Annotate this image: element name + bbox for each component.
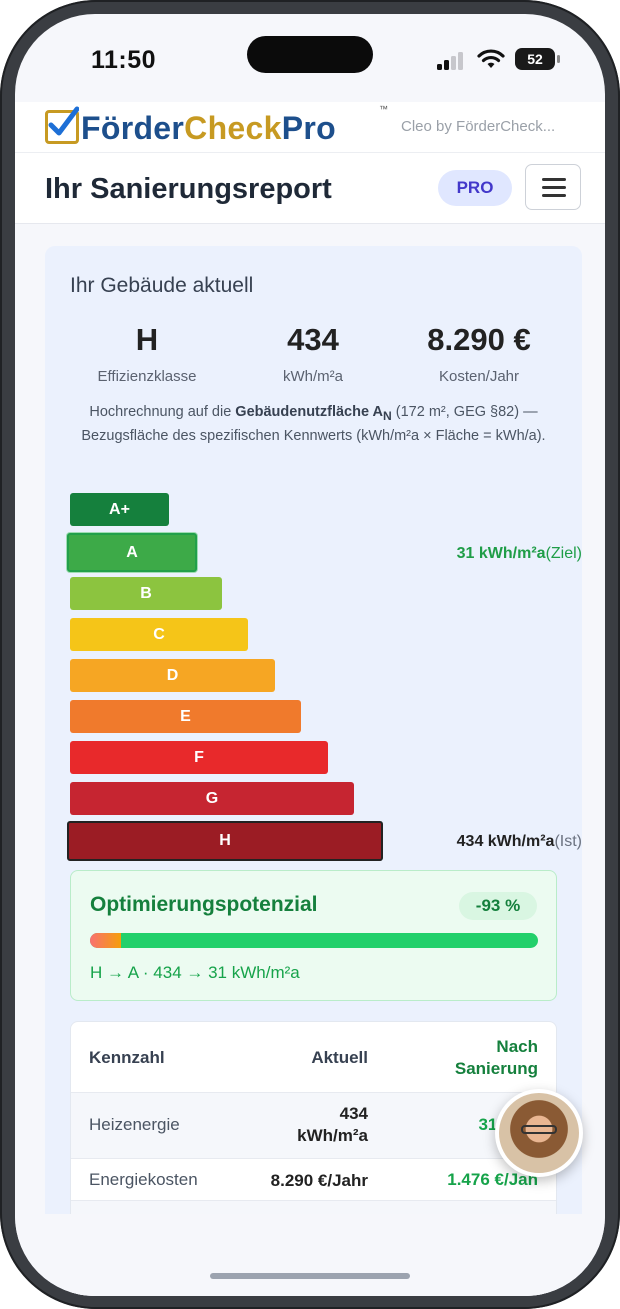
hamburger-icon-line	[542, 178, 566, 181]
row-current: 434 kWh/m²a	[297, 1103, 368, 1147]
goal-value: 31 kWh/m²a	[456, 545, 546, 562]
class-bar-c: C	[70, 618, 248, 651]
optimization-badge: -93 %	[459, 892, 537, 920]
note-text: Hochrechnung auf die	[89, 404, 236, 420]
logo-part-pro: Pro	[281, 110, 336, 146]
class-bar-f: F	[70, 741, 328, 774]
kpi-label: Effizienzklasse	[97, 368, 197, 385]
page-title: Ihr Sanierungsreport	[45, 173, 332, 205]
avatar-photo	[499, 1093, 579, 1173]
kpi-efficiency-class: H Effizienzklasse	[62, 322, 232, 385]
logo-part-check: Check	[184, 110, 282, 146]
table-header: Kennzahl Aktuell Nach Sanierung	[71, 1022, 556, 1092]
kpi-label: Kosten/Jahr	[438, 368, 520, 385]
header-line: Nach	[496, 1037, 538, 1056]
current-value: 434 kWh/m²a	[456, 833, 555, 850]
card-title: Ihr Gebäude aktuell	[70, 274, 254, 297]
current-suffix: (Ist)	[554, 833, 582, 850]
kpi-value: H	[135, 322, 159, 357]
kpi-label: kWh/m²a	[283, 368, 343, 385]
home-indicator[interactable]	[210, 1273, 410, 1279]
screen: 11:50 52 FörderCheckPro ™ Cleo by Förder…	[15, 14, 605, 1296]
table-row: Energiekosten 8.290 €/Jahr 1.476 €/Jah	[71, 1158, 556, 1200]
header-nach-sanierung: Nach Sanierung	[455, 1036, 538, 1080]
brand-tagline: Cleo by FörderCheck...	[401, 118, 556, 135]
dynamic-island	[247, 36, 373, 73]
menu-button[interactable]	[525, 164, 581, 210]
kpi-value: 8.290 €	[427, 322, 531, 357]
header-line: Sanierung	[454, 1059, 538, 1078]
logo-part-foerder: Förder	[81, 110, 185, 146]
trademark: ™	[379, 104, 388, 114]
logo-checkbox-icon	[45, 106, 79, 144]
pro-badge[interactable]: PRO	[438, 170, 512, 206]
status-time: 11:50	[91, 46, 157, 74]
kpi-energy: 434 kWh/m²a	[228, 322, 398, 385]
bottom-safe-area	[15, 1214, 605, 1296]
optimization-panel: Optimierungspotenzial -93 % H → A · 434 …	[70, 870, 557, 1001]
current-label: 434 kWh/m²a(Ist)	[457, 833, 582, 851]
class-bar-h: H	[67, 821, 383, 861]
table-row: Heizenergie 434 kWh/m²a 31 kWh	[71, 1092, 556, 1158]
phone-frame: 11:50 52 FörderCheckPro ™ Cleo by Förder…	[0, 0, 620, 1309]
calculation-note: Hochrechnung auf die Gebäudenutzfläche A…	[60, 402, 567, 446]
row-name: Energiekosten	[89, 1170, 198, 1189]
class-bar-g: G	[70, 782, 354, 815]
kpi-costs: 8.290 € Kosten/Jahr	[394, 322, 564, 385]
optimization-current-segment	[90, 933, 122, 948]
cellular-signal-icon	[437, 52, 467, 70]
kpi-value: 434	[287, 322, 339, 357]
class-bar-a-plus: A+	[70, 493, 169, 526]
goal-label: 31 kWh/m²a(Ziel)	[457, 545, 582, 563]
optimization-description: H → A · 434 → 31 kWh/m²a	[90, 963, 300, 982]
row-current-line: kWh/m²a	[297, 1126, 368, 1145]
header-kennzahl: Kennzahl	[89, 1048, 165, 1067]
brand-header: FörderCheckPro ™ Cleo by FörderCheck...	[15, 102, 605, 152]
class-bar-d: D	[70, 659, 275, 692]
note-subscript: N	[383, 408, 392, 423]
hamburger-icon-line	[542, 194, 566, 197]
header-aktuell: Aktuell	[311, 1048, 368, 1067]
battery-tip	[557, 55, 560, 63]
row-current-line: 434	[339, 1104, 368, 1123]
class-bar-a: A	[67, 533, 197, 572]
brand-logo[interactable]: FörderCheckPro	[81, 110, 336, 147]
goal-suffix: (Ziel)	[545, 545, 582, 562]
hamburger-icon-line	[542, 186, 566, 189]
row-current: 8.290 €/Jahr	[270, 1171, 368, 1190]
class-bar-b: B	[70, 577, 222, 610]
optimization-title: Optimierungspotenzial	[90, 893, 318, 916]
cleo-assistant-avatar[interactable]	[495, 1089, 583, 1177]
note-bold: Gebäudenutzfläche A	[235, 404, 384, 420]
optimization-progress-bar	[90, 933, 538, 948]
wifi-icon	[477, 49, 505, 68]
avatar-glasses	[521, 1125, 557, 1134]
top-nav: Ihr Sanierungsreport PRO	[15, 152, 605, 224]
class-bar-e: E	[70, 700, 301, 733]
battery-icon: 52	[515, 48, 555, 70]
row-name: Heizenergie	[89, 1115, 180, 1134]
